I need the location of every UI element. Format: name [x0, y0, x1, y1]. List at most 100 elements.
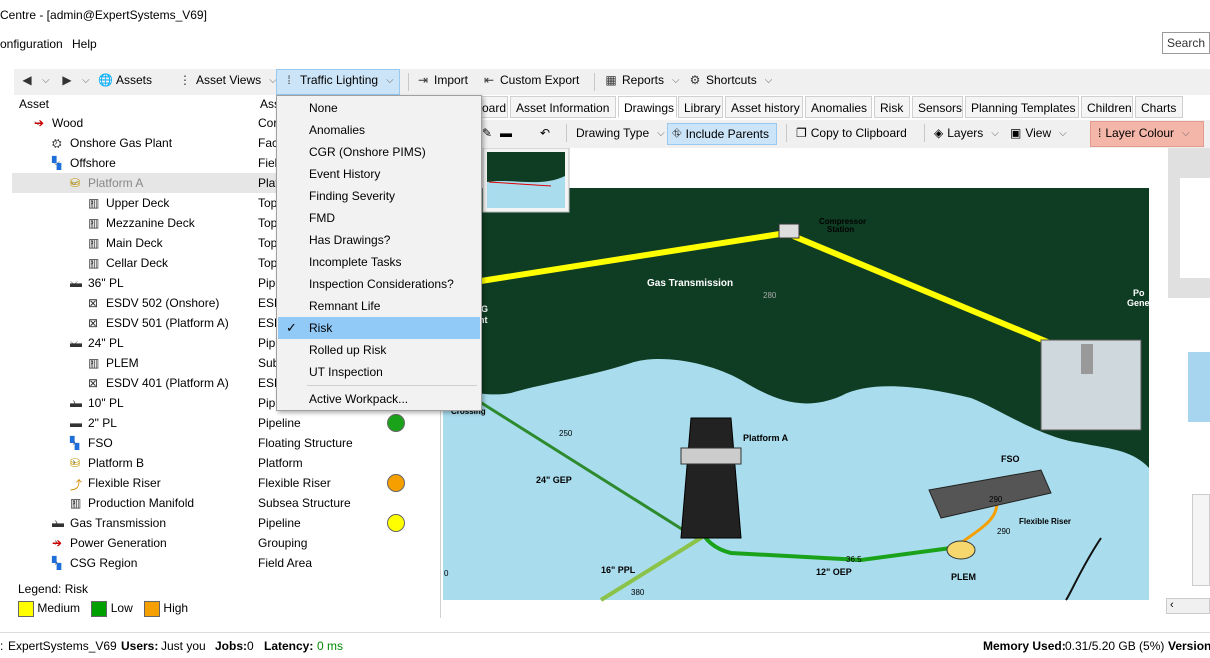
traffic-light-icon: ⁞: [287, 73, 291, 87]
tab-risk[interactable]: Risk: [874, 96, 910, 118]
tab-children[interactable]: Children: [1081, 96, 1133, 118]
traffic-lighting-option[interactable]: Remnant Life: [278, 295, 480, 317]
risk-indicator: [387, 414, 405, 432]
column-header-asset[interactable]: Asset: [19, 97, 49, 111]
drawing-type-button[interactable]: Drawing Type ⌵: [576, 126, 665, 140]
tab-library[interactable]: Library: [678, 96, 723, 118]
back-button[interactable]: ◀ ⌵: [20, 73, 49, 87]
scroll-left-button[interactable]: ‹: [1166, 598, 1210, 614]
latency-label: Latency:: [264, 639, 314, 653]
refresh-icon: ↶: [540, 126, 551, 140]
traffic-lighting-option[interactable]: Rolled up Risk: [278, 339, 480, 361]
traffic-lighting-option[interactable]: Has Drawings?: [278, 229, 480, 251]
legend-label-low: Low: [110, 601, 133, 616]
tree-row[interactable]: ▬ 2" PL Pipeline: [12, 413, 422, 433]
search-input[interactable]: Search N: [1162, 32, 1210, 54]
option-label: Active Workpack...: [309, 392, 409, 406]
station-label: Station: [827, 225, 854, 234]
hierarchy-icon: ⋮: [179, 73, 191, 87]
reports-button[interactable]: ▦ Reports ⌵: [604, 73, 680, 87]
layers-button[interactable]: ◈ Layers ⌵: [934, 126, 999, 140]
option-label: Event History: [309, 167, 381, 181]
chevron-down-icon: ⌵: [672, 74, 680, 86]
tree-row-name: 24" PL: [88, 336, 124, 350]
refresh-button[interactable]: ↶: [540, 126, 550, 140]
tree-row[interactable]: › ⛁ Platform B Platform: [12, 453, 422, 473]
layer-colour-label: Layer Colour: [1105, 126, 1175, 140]
traffic-light-icon: ⁞: [1098, 126, 1102, 140]
traffic-lighting-option[interactable]: Inspection Considerations?: [278, 273, 480, 295]
active-workpack-option[interactable]: Active Workpack...: [278, 388, 480, 410]
kp-36-label: 36.5: [846, 555, 862, 564]
tab-drawings[interactable]: Drawings: [618, 96, 677, 118]
tree-row[interactable]: ⤴ Flexible Riser Flexible Riser: [12, 473, 422, 493]
manifold-icon: ▥: [70, 496, 82, 510]
custom-export-button[interactable]: ⇤ Custom Export: [482, 73, 579, 87]
pipeline-16-label: 16" PPL: [601, 565, 636, 575]
minus-button[interactable]: ▬: [500, 126, 512, 140]
compressor-station-icon[interactable]: [778, 223, 800, 239]
menu-help[interactable]: Help: [72, 37, 97, 51]
assets-button[interactable]: 🌐 Assets: [98, 73, 152, 87]
chevron-down-icon: ⌵: [991, 127, 999, 139]
traffic-lighting-option[interactable]: Finding Severity: [278, 185, 480, 207]
tree-row[interactable]: › ➔ Power Generation Grouping: [12, 533, 422, 553]
tree-row[interactable]: › ▚ CSG Region Field Area: [12, 553, 422, 573]
drawing-canvas[interactable]: Compressor Station Gas Transmission 280 …: [440, 147, 1210, 618]
tree-row-name: Offshore: [70, 156, 116, 170]
forward-button[interactable]: ▶ ⌵: [60, 73, 89, 87]
import-button[interactable]: ⇥ Import: [416, 73, 468, 87]
traffic-lighting-option[interactable]: Event History: [278, 163, 480, 185]
tree-row[interactable]: › ▚ FSO Floating Structure: [12, 433, 422, 453]
traffic-lighting-option[interactable]: FMD: [278, 207, 480, 229]
tree-row-type: Top: [258, 256, 278, 270]
import-icon: ⇥: [417, 73, 429, 87]
shortcuts-button[interactable]: ⚙ Shortcuts ⌵: [688, 73, 773, 87]
asset-views-button[interactable]: ⋮ Asset Views ⌵: [178, 73, 277, 87]
tree-row-name: ESDV 502 (Onshore): [106, 296, 220, 310]
preview-thumb-document[interactable]: [1192, 494, 1210, 586]
menu-configuration[interactable]: onfiguration: [0, 37, 63, 51]
fso-icon: ▚: [70, 436, 80, 450]
tab-asset-history[interactable]: Asset history: [725, 96, 803, 118]
custom-export-label: Custom Export: [500, 73, 580, 87]
traffic-lighting-option[interactable]: Incomplete Tasks: [278, 251, 480, 273]
tree-row[interactable]: › ▥ Production Manifold Subsea Structure: [12, 493, 422, 513]
traffic-lighting-option[interactable]: CGR (Onshore PIMS): [278, 141, 480, 163]
tree-row-name: Wood: [52, 116, 84, 130]
subsea-icon: ▥: [88, 356, 100, 370]
option-label: Has Drawings?: [309, 233, 391, 247]
tab-planning-templates[interactable]: Planning Templates: [965, 96, 1079, 118]
plem-icon[interactable]: [946, 540, 976, 560]
pipeline-24-label: 24" GEP: [536, 475, 572, 485]
traffic-lighting-option[interactable]: UT Inspection: [278, 361, 480, 383]
arrow-left-icon: ◀: [22, 73, 32, 87]
tree-row[interactable]: › ▬ Gas Transmission Pipeline: [12, 513, 422, 533]
include-parents-content: ⛗ Include Parents: [672, 126, 769, 141]
preview-thumb-map[interactable]: [1188, 352, 1210, 422]
tab-charts[interactable]: Charts: [1135, 96, 1183, 118]
schematic-drawing[interactable]: Compressor Station Gas Transmission 280 …: [441, 147, 1210, 618]
tree-row-type: Pipeline: [258, 416, 301, 430]
view-button[interactable]: ▣ View ⌵: [1010, 126, 1067, 140]
tab-anomalies[interactable]: Anomalies: [805, 96, 872, 118]
platform-a-icon[interactable]: [680, 417, 742, 539]
tab-sensors[interactable]: Sensors: [912, 96, 963, 118]
assets-label: Assets: [116, 73, 153, 87]
flexible-riser-label: Flexible Riser: [1019, 517, 1071, 526]
traffic-lighting-option[interactable]: None: [278, 97, 480, 119]
tree-row-name: FSO: [88, 436, 113, 450]
tab-asset-information[interactable]: Asset Information: [510, 96, 616, 118]
edit-button[interactable]: ✎: [482, 126, 492, 140]
layers-icon: ◈: [934, 126, 944, 140]
main-toolbar: ◀ ⌵ ▶ ⌵ 🌐 Assets ⋮ Asset Views ⌵ ⁞ Traffic…: [14, 69, 1210, 95]
jobs-value: 0: [247, 639, 254, 653]
traffic-lighting-option[interactable]: Anomalies: [278, 119, 480, 141]
toolbar-divider: [594, 73, 595, 91]
preview-thumb-top[interactable]: [1168, 148, 1210, 298]
users-label: Users:: [121, 639, 159, 653]
copy-clipboard-button[interactable]: ❐ Copy to Clipboard: [796, 126, 907, 140]
traffic-lighting-option[interactable]: ✓ Risk: [278, 317, 480, 339]
tree-row-type: Field Area: [258, 556, 313, 570]
import-label: Import: [434, 73, 469, 87]
